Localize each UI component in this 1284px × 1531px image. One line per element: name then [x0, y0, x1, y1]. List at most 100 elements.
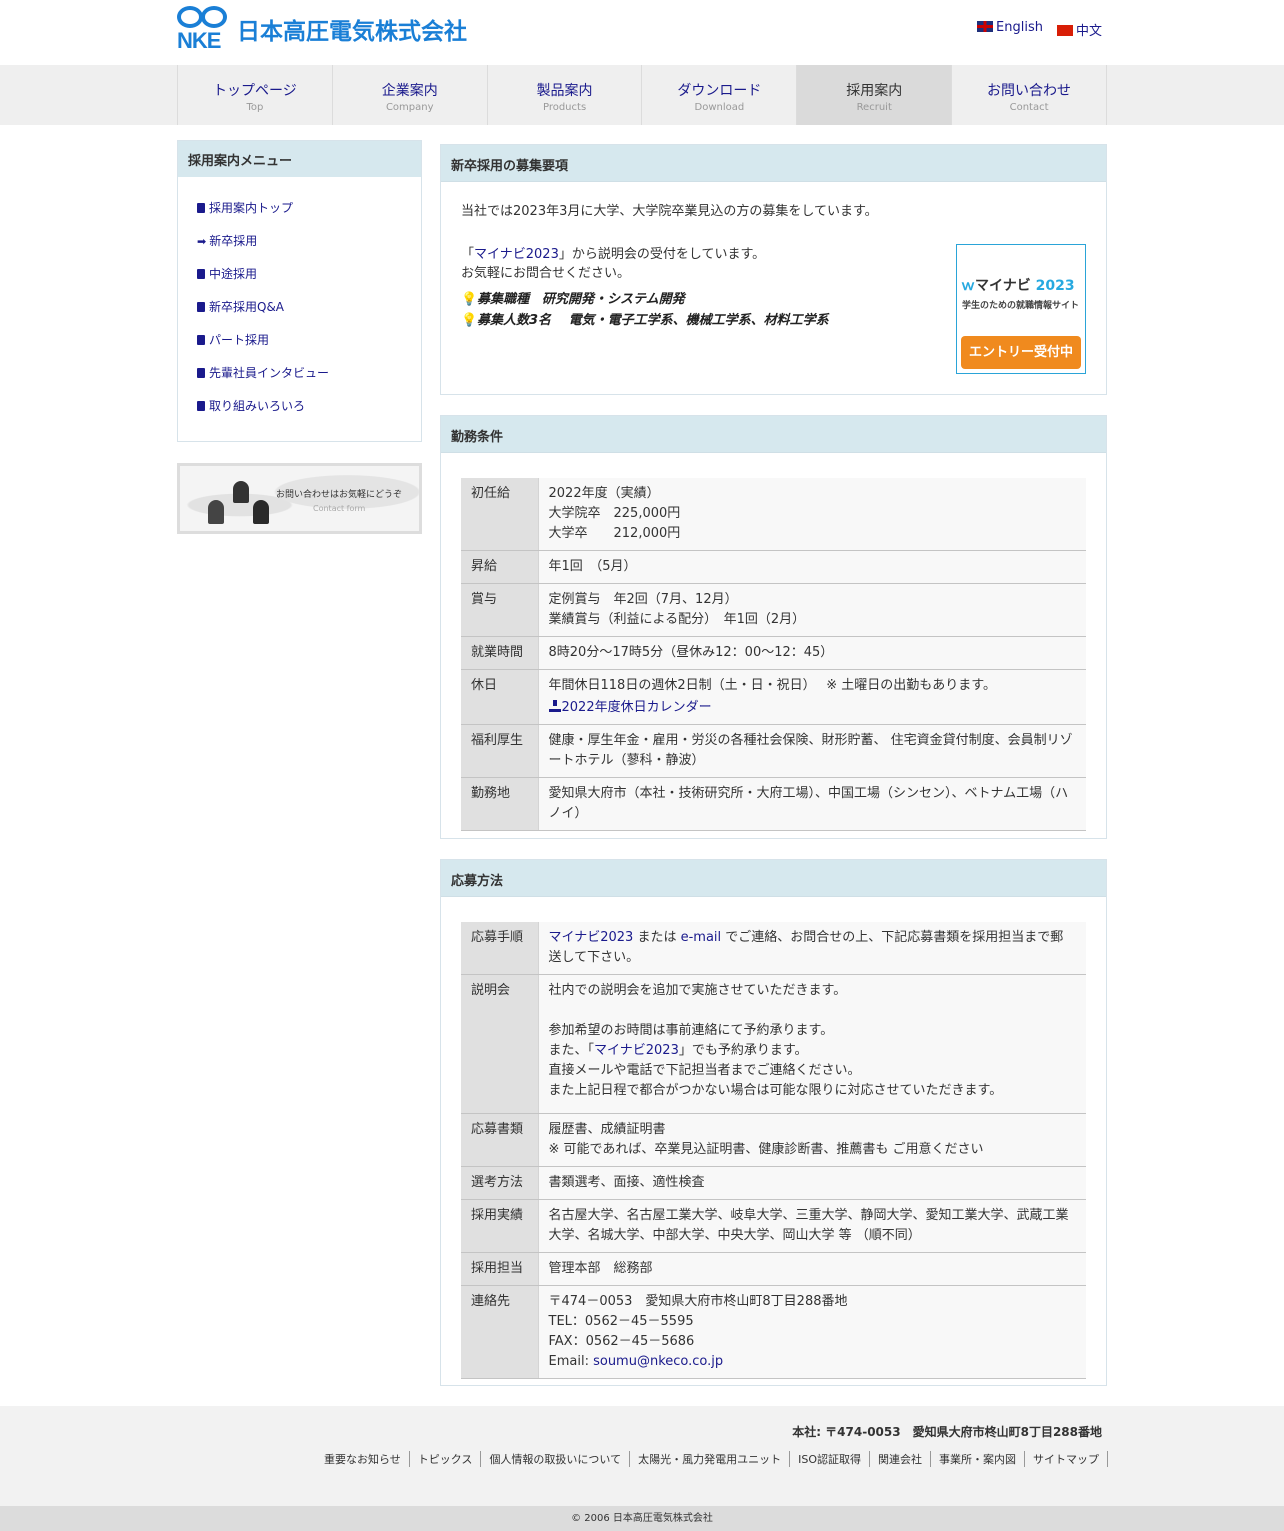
nav-contact[interactable]: お問い合わせ Contact — [952, 65, 1107, 125]
page-icon — [197, 368, 205, 378]
footer-link-topics[interactable]: トピックス — [418, 1453, 473, 1466]
row-header: 連絡先 — [461, 1285, 538, 1379]
row-header: 福利厚生 — [461, 724, 538, 778]
nke-logo-mark: NKE — [177, 6, 231, 53]
logo-company-name: 日本高圧電気株式会社 — [237, 19, 467, 45]
table-row: 連絡先 〒474－0053 愛知県大府市柊山町8丁目288番地 TEL：0562－4… — [461, 1285, 1086, 1379]
footer-link-solar-wind[interactable]: 太陽光・風力発電用ユニット — [638, 1453, 781, 1466]
recruit-intro: 当社では2023年3月に大学、大学院卒業見込の方の募集をしています。 — [461, 204, 878, 219]
footer-link-sitemap[interactable]: サイトマップ — [1033, 1453, 1099, 1466]
table-row: 応募書類 履歴書、成績証明書 ※ 可能であれば、卒業見込証明書、健康診断書、推薦書も… — [461, 1113, 1086, 1167]
table-row: 賞与 定例賞与 年2回（7月、12月） 業績賞与（利益による配分） 年1回（2月） — [461, 583, 1086, 637]
row-value: マイナビ2023 または e-mail でご連絡、お問合せの上、下記応募書類を採… — [537, 922, 1086, 975]
side-menu-item: 新卒採用Q&A — [197, 298, 421, 331]
holiday-calendar-link[interactable]: 2022年度休日カレンダー — [562, 700, 712, 715]
application-table: 応募手順 マイナビ2023 または e-mail でご連絡、お問合せの上、下記応募… — [461, 922, 1086, 1379]
language-switcher: English 中文 — [977, 20, 1102, 39]
page-icon — [197, 335, 205, 345]
table-row: 説明会 社内での説明会を追加で実施させていただきます。 参加希望のお時間は事前連絡に… — [461, 974, 1086, 1114]
page-icon — [197, 269, 205, 279]
lang-chinese-link[interactable]: 中文 — [1056, 20, 1102, 39]
side-menu-title: 採用案内メニュー — [178, 141, 421, 177]
row-header: 説明会 — [461, 974, 538, 1114]
site-footer: 本社: 〒474-0053 愛知県大府市柊山町8丁目288番地 重要なお知らせ … — [0, 1406, 1284, 1506]
row-value: 管理本部 総務部 — [537, 1252, 1086, 1286]
side-link-recruit-top[interactable]: 採用案内トップ — [209, 201, 293, 215]
contact-email-link[interactable]: soumu@nkeco.co.jp — [593, 1354, 723, 1369]
footer-link-iso[interactable]: ISO認証取得 — [798, 1453, 861, 1466]
table-row: 就業時間 8時20分～17時5分（昼休み12：00～12：45） — [461, 636, 1086, 670]
side-menu-item: 取り組みいろいろ — [197, 397, 421, 430]
mynavi-link[interactable]: マイナビ2023 — [474, 247, 559, 262]
row-header: 就業時間 — [461, 636, 538, 670]
footer-link-affiliates[interactable]: 関連会社 — [878, 1453, 922, 1466]
copyright: © 2006 日本高圧電気株式会社 — [0, 1506, 1284, 1531]
row-header: 初任給 — [461, 478, 538, 551]
mynavi-logo: ｗマイナビ 2023 — [961, 278, 1075, 294]
mynavi-link[interactable]: マイナビ2023 — [549, 930, 634, 945]
side-menu-item: 先輩社員インタビュー — [197, 364, 421, 397]
table-row: 採用担当 管理本部 総務部 — [461, 1252, 1086, 1286]
recruit-session-line: 「マイナビ2023」から説明会の受付をしています。 — [461, 247, 766, 262]
side-link-interview[interactable]: 先輩社員インタビュー — [209, 366, 329, 380]
row-value: 書類選考、面接、適性検査 — [537, 1166, 1086, 1200]
footer-link-notice[interactable]: 重要なお知らせ — [324, 1453, 401, 1466]
row-header: 採用実績 — [461, 1199, 538, 1253]
nav-recruit[interactable]: 採用案内 Recruit — [797, 65, 953, 125]
row-header: 昇給 — [461, 550, 538, 584]
row-header: 選考方法 — [461, 1166, 538, 1200]
table-row: 昇給 年1回 （5月） — [461, 550, 1086, 584]
footer-link-privacy[interactable]: 個人情報の取扱いについて — [489, 1453, 621, 1466]
arrow-right-icon: ➡ — [197, 235, 207, 248]
table-row: 初任給 2022年度（実績） 大学院卒 225,000円 大学卒 212,000円 — [461, 478, 1086, 551]
mynavi-entry-button: エントリー受付中 — [961, 336, 1081, 369]
row-value: 健康・厚生年金・雇用・労災の各種社会保険、財形貯蓄、 住宅資金貸付制度、会員制リ… — [537, 724, 1086, 778]
side-link-part-time[interactable]: パート採用 — [209, 333, 269, 347]
mynavi-link[interactable]: マイナビ2023 — [594, 1043, 679, 1058]
logo-mark-text: NKE — [177, 28, 221, 53]
recruit-job-type: 💡募集職種 研究開発・システム開発 — [461, 292, 685, 307]
side-link-new-grad[interactable]: 新卒採用 — [209, 234, 257, 248]
side-link-mid-career[interactable]: 中途採用 — [209, 267, 257, 281]
contact-form-banner[interactable]: お問い合わせはお気軽にどうぞ Contact form — [177, 463, 422, 534]
uk-flag-icon — [977, 21, 994, 32]
contact-banner-subtext: Contact form — [313, 504, 366, 513]
table-row: 福利厚生 健康・厚生年金・雇用・労災の各種社会保険、財形貯蓄、 住宅資金貸付制度、… — [461, 724, 1086, 778]
recruit-contact-line: お気軽にお問合せください。 — [461, 266, 631, 281]
row-header: 休日 — [461, 669, 538, 725]
mynavi-2023-banner[interactable]: ｗマイナビ 2023 学生のための就職情報サイト エントリー受付中 — [956, 244, 1086, 374]
table-row: 選考方法 書類選考、面接、適性検査 — [461, 1166, 1086, 1200]
footer-link-offices[interactable]: 事業所・案内図 — [939, 1453, 1016, 1466]
mynavi-logo-mark-icon: ｗ — [961, 278, 975, 294]
table-row: 休日 年間休日118日の週休2日制（土・日・祝日） ※ 土曜日の出勤もあります。 2… — [461, 669, 1086, 725]
lang-english-link[interactable]: English — [977, 20, 1043, 39]
side-link-initiatives[interactable]: 取り組みいろいろ — [209, 399, 305, 413]
box-title: 勤務条件 — [441, 416, 1106, 453]
recruit-side-menu: 採用案内メニュー 採用案内トップ ➡ 新卒採用 中途採用 新卒採用Q&A パート採… — [177, 140, 422, 442]
table-row: 応募手順 マイナビ2023 または e-mail でご連絡、お問合せの上、下記応募… — [461, 922, 1086, 975]
nav-products-label: 製品案内 — [536, 83, 593, 99]
footer-links: 重要なお知らせ トピックス 個人情報の取扱いについて 太陽光・風力発電用ユニット… — [316, 1451, 1108, 1467]
staff-photo — [205, 478, 275, 524]
work-conditions-box: 勤務条件 初任給 2022年度（実績） 大学院卒 225,000円 大学卒 212,0… — [440, 415, 1107, 839]
nav-products[interactable]: 製品案内 Products — [488, 65, 643, 125]
lightbulb-icon: 💡 — [461, 313, 478, 328]
nav-download[interactable]: ダウンロード Download — [642, 65, 798, 125]
nav-top[interactable]: トップページ Top — [178, 65, 333, 125]
row-value: 定例賞与 年2回（7月、12月） 業績賞与（利益による配分） 年1回（2月） — [537, 583, 1086, 637]
row-value: 8時20分～17時5分（昼休み12：00～12：45） — [537, 636, 1086, 670]
side-menu-item: パート採用 — [197, 331, 421, 364]
row-value: 年間休日118日の週休2日制（土・日・祝日） ※ 土曜日の出勤もあります。 202… — [537, 669, 1086, 725]
lang-chinese-label: 中文 — [1075, 24, 1102, 39]
row-value: 社内での説明会を追加で実施させていただきます。 参加希望のお時間は事前連絡にて予約… — [537, 974, 1086, 1114]
email-link[interactable]: e-mail — [681, 930, 722, 945]
side-link-new-grad-qa[interactable]: 新卒採用Q&A — [209, 300, 284, 314]
recruit-headcount: 💡募集人数3名 電気・電子工学系、機械工学系、材料工学系 — [461, 313, 829, 328]
nav-recruit-sublabel: Recruit — [856, 102, 892, 113]
company-logo[interactable]: NKE 日本高圧電気株式会社 — [177, 6, 467, 53]
row-header: 賞与 — [461, 583, 538, 637]
row-header: 応募手順 — [461, 922, 538, 975]
row-value: 名古屋大学、名古屋工業大学、岐阜大学、三重大学、静岡大学、愛知工業大学、武蔵工業… — [537, 1199, 1086, 1253]
side-menu-item: 採用案内トップ — [197, 199, 421, 232]
nav-company[interactable]: 企業案内 Company — [333, 65, 488, 125]
